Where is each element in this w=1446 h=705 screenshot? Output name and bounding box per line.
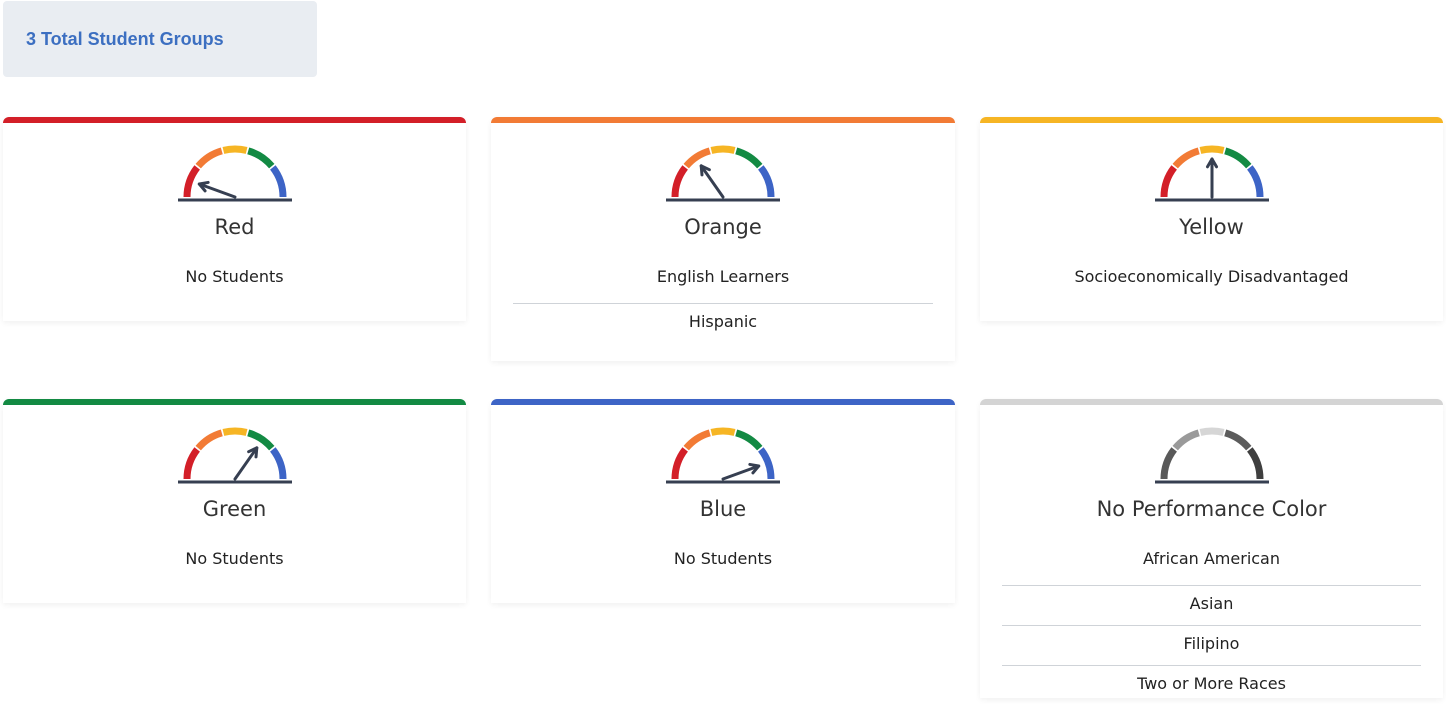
- gauge-segment: [246, 429, 274, 451]
- student-group-list: English Learners Hispanic: [513, 263, 933, 343]
- gauge-segment: [246, 147, 274, 169]
- gauge-segment: [269, 165, 286, 198]
- list-item: Two or More Races: [1002, 665, 1421, 705]
- gauge-segment: [757, 165, 775, 198]
- list-item: African American: [1143, 549, 1280, 568]
- performance-card-red: Red No Students: [3, 117, 466, 321]
- gauge-segment: [1246, 447, 1263, 480]
- list-item: Filipino: [1002, 625, 1421, 665]
- gauge-segment: [1199, 145, 1224, 154]
- gauge-needle: [699, 164, 725, 199]
- gauge-segment: [222, 145, 247, 154]
- gauge-segment: [671, 165, 689, 198]
- gauge-segment: [683, 429, 711, 451]
- student-group-list: No Students: [25, 263, 444, 303]
- gauge-segment: [1223, 147, 1251, 169]
- list-item: No Students: [185, 267, 284, 286]
- gauge-segment: [1223, 429, 1251, 451]
- student-group-list: Socioeconomically Disadvantaged: [1002, 263, 1421, 303]
- student-group-list: No Students: [25, 545, 444, 585]
- card-color-bar: [980, 399, 1443, 405]
- total-student-groups-label: 3 Total Student Groups: [26, 28, 224, 49]
- gauge-segment: [183, 165, 200, 198]
- performance-level-label: Blue: [699, 497, 747, 521]
- gauge-segment: [1172, 429, 1200, 451]
- performance-level-label: Red: [214, 215, 255, 239]
- performance-card-blue: Blue No Students: [491, 399, 955, 603]
- gauge-segment: [1246, 165, 1263, 198]
- performance-level-label: Orange: [684, 215, 762, 239]
- list-item: English Learners: [656, 267, 790, 286]
- performance-card-no-color: No Performance Color African American As…: [980, 399, 1443, 698]
- gauge-segment: [1172, 147, 1200, 169]
- student-group-list: No Students: [513, 545, 933, 585]
- card-color-bar: [491, 117, 955, 123]
- list-item: No Students: [185, 549, 284, 568]
- gauge-blue-icon: [666, 427, 780, 484]
- gauge-segment: [710, 145, 736, 154]
- gauge-segment: [195, 429, 223, 451]
- list-item: Asian: [1002, 585, 1421, 625]
- gauge-segment: [757, 447, 775, 480]
- total-student-groups-badge: 3 Total Student Groups: [3, 1, 317, 77]
- gauge-segment: [1199, 427, 1224, 436]
- performance-level-label: Green: [202, 497, 267, 521]
- gauge-none-icon: [1154, 427, 1269, 484]
- list-item: Hispanic: [513, 303, 933, 343]
- list-item: Socioeconomically Disadvantaged: [1074, 267, 1349, 286]
- gauge-needle: [233, 446, 258, 481]
- gauge-orange-icon: [666, 145, 780, 202]
- student-group-list: African American Asian Filipino Two or M…: [1002, 545, 1421, 705]
- gauge-yellow-icon: [1154, 145, 1269, 202]
- performance-card-green: Green No Students: [3, 399, 466, 603]
- gauge-green-icon: [177, 427, 292, 484]
- gauge-segment: [710, 427, 736, 436]
- gauge-segment: [735, 429, 763, 451]
- performance-card-yellow: Yellow Socioeconomically Disadvantaged: [980, 117, 1443, 321]
- card-color-bar: [3, 399, 466, 405]
- gauge-segment: [671, 447, 689, 480]
- performance-card-orange: Orange English Learners Hispanic: [491, 117, 955, 361]
- list-item: No Students: [673, 549, 773, 568]
- performance-level-label: Yellow: [1179, 215, 1244, 239]
- card-color-bar: [3, 117, 466, 123]
- gauge-segment: [195, 147, 223, 169]
- gauge-segment: [222, 427, 247, 436]
- card-color-bar: [491, 399, 955, 405]
- gauge-segment: [269, 447, 286, 480]
- gauge-segment: [183, 447, 200, 480]
- performance-level-label: No Performance Color: [1096, 497, 1327, 521]
- gauge-segment: [1160, 165, 1177, 198]
- gauge-segment: [683, 147, 711, 169]
- gauge-segment: [735, 147, 763, 169]
- card-color-bar: [980, 117, 1443, 123]
- gauge-segment: [1160, 447, 1177, 480]
- gauge-red-icon: [177, 145, 292, 202]
